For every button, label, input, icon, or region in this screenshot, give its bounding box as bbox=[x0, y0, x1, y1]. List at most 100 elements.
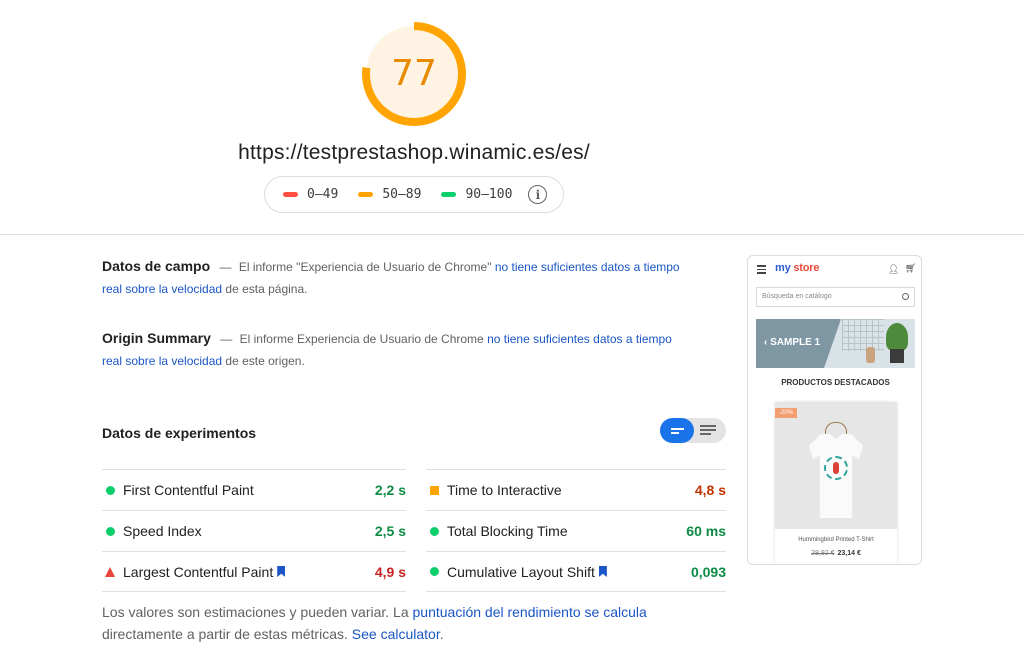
user-icon: 👤︎ bbox=[888, 264, 900, 274]
metrics-view-toggle[interactable] bbox=[660, 418, 726, 443]
lab-data-title: Datos de experimentos bbox=[102, 425, 257, 441]
legend-bar-red bbox=[283, 192, 298, 197]
hamburger-menu-icon bbox=[757, 265, 766, 276]
metric-name-text: Cumulative Layout Shift bbox=[447, 563, 595, 580]
legend-label-good: 90–100 bbox=[465, 187, 513, 202]
product-name: Hummingbird Printed T-Shirt bbox=[798, 537, 874, 543]
header-divider bbox=[0, 234, 1024, 235]
good-status-icon bbox=[106, 526, 115, 536]
metric-row: Largest Contentful Paint 4,9 s bbox=[102, 551, 406, 592]
metric-row: Cumulative Layout Shift 0,093 bbox=[426, 551, 726, 592]
note-text: Los valores son estimaciones y pueden va… bbox=[102, 604, 409, 620]
good-status-icon bbox=[106, 485, 115, 495]
metric-value: 0,093 bbox=[690, 563, 726, 580]
expanded-line-2 bbox=[700, 429, 716, 431]
product-image: -20% bbox=[775, 402, 897, 529]
expanded-line-3 bbox=[700, 433, 711, 435]
search-icon bbox=[902, 293, 909, 300]
metric-value: 4,8 s bbox=[694, 482, 726, 498]
legend-item-poor: 0–49 bbox=[283, 187, 338, 202]
expanded-line-1 bbox=[700, 425, 716, 427]
metrics-column-left: First Contentful Paint 2,2 s Speed Index… bbox=[102, 469, 406, 592]
metric-name-text: Speed Index bbox=[123, 523, 202, 539]
field-data-text: El informe "Experiencia de Usuario de Ch… bbox=[238, 260, 492, 274]
legend-label-poor: 0–49 bbox=[307, 187, 339, 202]
info-icon[interactable]: i bbox=[528, 185, 548, 204]
good-status-icon bbox=[430, 526, 439, 536]
field-data-heading: Datos de campo bbox=[102, 258, 211, 274]
metric-row: Total Blocking Time 60 ms bbox=[426, 510, 726, 551]
product-price: 28,92 €23,14 € bbox=[775, 550, 897, 557]
field-data-text-after: de esta página. bbox=[225, 282, 308, 296]
performance-score-gauge: 77 bbox=[360, 20, 468, 128]
metric-name: Total Blocking Time bbox=[447, 523, 686, 539]
metric-name: Time to Interactive bbox=[447, 482, 695, 498]
compact-lines-icon-short bbox=[671, 432, 679, 434]
bookmark-icon bbox=[598, 566, 607, 577]
metric-row: Speed Index 2,5 s bbox=[102, 510, 406, 551]
note-period: . bbox=[439, 626, 444, 642]
metric-name-text: First Contentful Paint bbox=[123, 482, 254, 498]
banner-plant bbox=[886, 323, 908, 351]
good-status-icon bbox=[430, 567, 439, 576]
field-data-dash: — bbox=[219, 260, 232, 274]
phone-header: my store 👤︎ 🛒︎ bbox=[748, 256, 921, 284]
banner-vase bbox=[866, 347, 875, 363]
old-price: 28,92 € bbox=[811, 550, 835, 557]
compact-lines-icon bbox=[671, 428, 684, 430]
featured-products-title: PRODUCTOS DESTACADOS bbox=[781, 378, 890, 387]
origin-summary-text-after: de este origen. bbox=[225, 354, 305, 368]
banner-text: ‹ SAMPLE 1 bbox=[764, 337, 821, 348]
origin-summary-section: Origin Summary — El informe Experiencia … bbox=[102, 327, 692, 372]
legend-bar-green bbox=[441, 192, 457, 197]
poor-status-icon bbox=[105, 566, 115, 577]
metric-name-text: Total Blocking Time bbox=[447, 523, 568, 539]
banner-grid-decor bbox=[842, 319, 884, 351]
expanded-view-icon[interactable] bbox=[700, 425, 716, 437]
metric-value: 4,9 s bbox=[374, 563, 406, 580]
metric-row: First Contentful Paint 2,2 s bbox=[102, 469, 406, 510]
tshirt-print-bird bbox=[833, 462, 839, 474]
menu-line bbox=[757, 265, 766, 267]
metric-value: 2,5 s bbox=[374, 523, 406, 539]
metric-name: First Contentful Paint bbox=[123, 482, 375, 498]
product-card: -20% Hummingbird Printed T-Shirt 28,92 €… bbox=[775, 402, 897, 564]
metric-name-text: Time to Interactive bbox=[447, 482, 562, 498]
metric-name: Cumulative Layout Shift bbox=[447, 564, 691, 580]
legend-label-average: 50–89 bbox=[382, 187, 422, 202]
origin-summary-heading: Origin Summary bbox=[102, 330, 211, 346]
bookmark-icon bbox=[277, 566, 286, 577]
menu-line bbox=[757, 272, 766, 274]
current-price: 23,14 € bbox=[837, 550, 861, 557]
menu-line bbox=[757, 268, 766, 270]
metric-name: Speed Index bbox=[123, 523, 375, 539]
search-placeholder: Búsqueda en catálogo bbox=[762, 293, 832, 300]
compact-view-button[interactable] bbox=[660, 418, 694, 443]
estimation-note: Los valores son estimaciones y pueden va… bbox=[102, 601, 702, 645]
average-status-icon bbox=[430, 485, 439, 495]
page-screenshot-thumbnail: my store 👤︎ 🛒︎ Búsqueda en catálogo ‹ SA… bbox=[747, 255, 922, 565]
metric-name-text: Largest Contentful Paint bbox=[123, 563, 274, 580]
store-logo: my store bbox=[775, 262, 819, 274]
legend-item-average: 50–89 bbox=[358, 187, 421, 202]
metric-value: 60 ms bbox=[686, 523, 726, 539]
logo-my: my bbox=[775, 262, 791, 274]
legend-bar-orange bbox=[358, 192, 374, 197]
score-calculation-link[interactable]: puntuación del rendimiento se calcula bbox=[413, 604, 647, 620]
note-text-middle: directamente a partir de estas métricas. bbox=[102, 626, 348, 642]
discount-badge: -20% bbox=[775, 408, 798, 418]
cart-icon: 🛒︎ bbox=[905, 263, 917, 273]
legend-item-good: 90–100 bbox=[441, 187, 512, 202]
banner-pot bbox=[890, 349, 904, 363]
logo-store: store bbox=[793, 262, 820, 274]
score-value: 77 bbox=[391, 53, 437, 94]
origin-summary-text: El informe Experiencia de Usuario de Chr… bbox=[239, 332, 484, 346]
origin-summary-dash: — bbox=[220, 332, 233, 346]
phone-search-input: Búsqueda en catálogo bbox=[756, 287, 915, 307]
see-calculator-link[interactable]: See calculator bbox=[352, 626, 440, 642]
page-url: https://testprestashop.winamic.es/es/ bbox=[238, 141, 590, 164]
metrics-column-right: Time to Interactive 4,8 s Total Blocking… bbox=[426, 469, 726, 592]
metric-row: Time to Interactive 4,8 s bbox=[426, 469, 726, 510]
field-data-section: Datos de campo — El informe "Experiencia… bbox=[102, 255, 692, 300]
metric-value: 2,2 s bbox=[374, 482, 406, 498]
